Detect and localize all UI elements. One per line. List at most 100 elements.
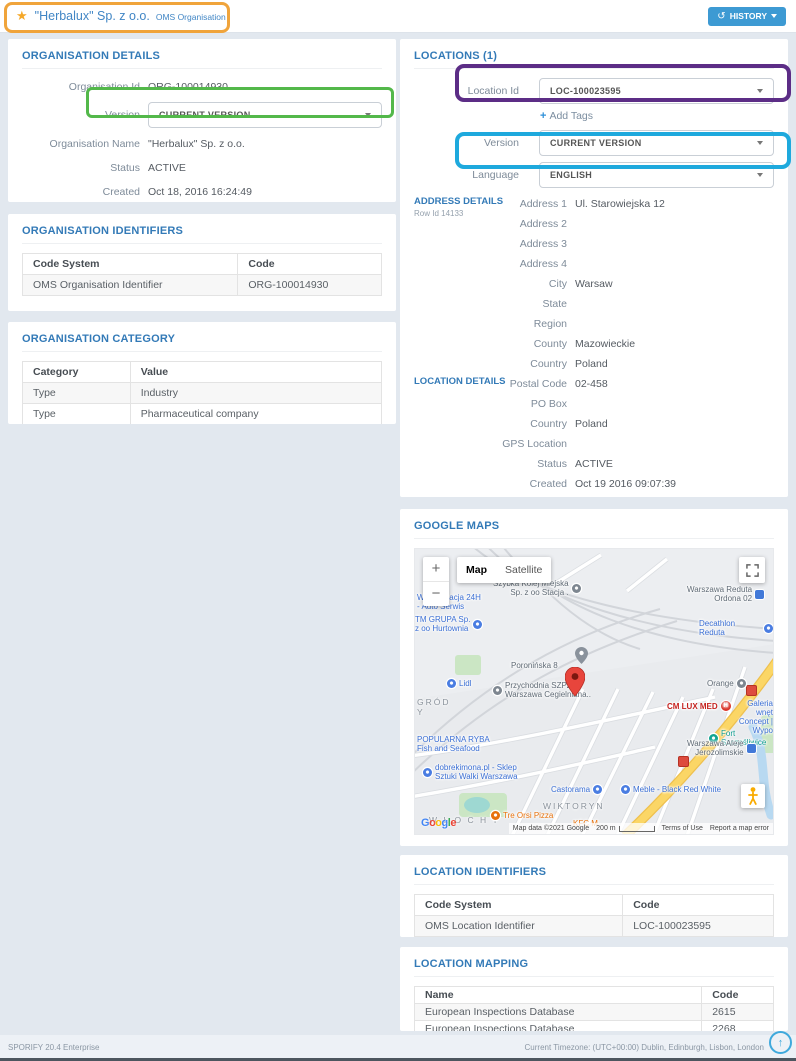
field-row: Address 2	[414, 214, 774, 234]
poi-label: CM LUX MED	[667, 702, 718, 711]
map-scale-line	[619, 826, 655, 832]
google-logo: Google	[421, 817, 456, 829]
map-poi[interactable]: dobrekimona.pl - Sklep Sztuki Walki Wars…	[423, 763, 518, 781]
version-select[interactable]: CURRENT VERSION	[148, 102, 382, 128]
field-label: Version	[22, 109, 140, 121]
poi-label: Tre Orsi Pizza	[503, 811, 553, 820]
panel-heading: ORGANISATION IDENTIFIERS	[22, 220, 382, 244]
map-poi[interactable]: Meble - Black Red White	[621, 785, 721, 794]
map-poi[interactable]: POPULARNA RYBA Fish and Seafood	[417, 735, 490, 753]
poi-label: Warszawa Aleje Jerozolimskie	[687, 739, 744, 757]
organisation-category-table: Category Value Type Industry Type Pharma…	[22, 361, 382, 424]
field-value: ACTIVE	[148, 162, 186, 174]
zoom-in-button[interactable]: +	[423, 557, 449, 582]
location-version-select[interactable]: CURRENT VERSION	[539, 130, 774, 156]
location-identifiers-table: Code System Code OMS Location Identifier…	[414, 894, 774, 937]
chevron-down-icon	[771, 14, 777, 18]
field-value: ORG-100014930	[148, 81, 228, 93]
field-row: CountryPoland	[414, 354, 774, 374]
app-version-label: SPORIFY 20.4 Enterprise	[8, 1043, 99, 1052]
route-shield-icon	[678, 756, 689, 767]
zoom-out-button[interactable]: −	[423, 582, 449, 606]
cell-category: Type	[23, 404, 131, 425]
map-poi[interactable]: Orange	[707, 679, 746, 688]
field-label: Status	[22, 162, 140, 174]
map-poi[interactable]: Tre Orsi Pizza	[491, 811, 553, 820]
map-poi[interactable]: Castorama	[551, 785, 602, 794]
field-row: Created Oct 18, 2016 16:24:49	[22, 183, 382, 200]
field-row: Version CURRENT VERSION	[414, 130, 774, 156]
cell-code: LOC-100023595	[623, 916, 774, 937]
add-tags-label: Add Tags	[549, 110, 593, 122]
footer-bar: SPORIFY 20.4 Enterprise Current Timezone…	[0, 1035, 796, 1059]
panel-heading: LOCATION IDENTIFIERS	[414, 861, 774, 885]
cell-value: Industry	[130, 383, 381, 404]
history-icon	[717, 11, 725, 22]
train-station-icon	[755, 590, 764, 599]
shop-pin-icon	[423, 768, 432, 777]
map-poi[interactable]: Warszawa Reduta Ordona 02	[687, 585, 764, 603]
address-details-section: ADDRESS DETAILS Row Id 14133 Address 1Ul…	[414, 194, 774, 374]
field-label: State	[414, 298, 567, 310]
map-type-satellite-button[interactable]: Satellite	[496, 557, 551, 583]
fullscreen-button[interactable]	[739, 557, 765, 583]
field-value: Ul. Starowiejska 12	[575, 198, 665, 210]
transit-station-icon	[572, 584, 581, 593]
field-value: Oct 18, 2016 16:24:49	[148, 186, 252, 198]
location-id-select[interactable]: LOC-100023595	[539, 78, 774, 104]
cell-code-system: OMS Location Identifier	[415, 916, 623, 937]
column-header: Category	[23, 362, 131, 383]
table-row: European Inspections Database 2615	[415, 1004, 774, 1021]
field-row: State	[414, 294, 774, 314]
panel-heading: ORGANISATION CATEGORY	[22, 328, 382, 352]
map-type-control: Map Satellite	[457, 557, 551, 583]
panel-heading: ORGANISATION DETAILS	[22, 45, 382, 69]
column-header: Code	[702, 987, 774, 1004]
location-marker-pin[interactable]	[565, 667, 585, 696]
cell-code: 2615	[702, 1004, 774, 1021]
version-select-value: CURRENT VERSION	[159, 110, 251, 120]
field-row: Language ENGLISH	[414, 162, 774, 188]
chevron-down-icon	[757, 173, 763, 177]
map-data-credit: Map data ©2021 Google	[513, 825, 589, 832]
column-header: Name	[415, 987, 702, 1004]
pegman-streetview-control[interactable]	[741, 784, 765, 808]
terms-of-use-link[interactable]: Terms of Use	[662, 825, 703, 832]
field-label: PO Box	[414, 398, 567, 410]
field-label: Created	[22, 186, 140, 198]
train-station-icon	[747, 744, 756, 753]
scroll-to-top-button[interactable]	[769, 1031, 792, 1054]
report-map-error-link[interactable]: Report a map error	[710, 825, 769, 832]
favourite-star-icon[interactable]	[16, 8, 28, 24]
fullscreen-icon	[746, 564, 759, 577]
table-header-row: Category Value	[23, 362, 382, 383]
table-row: OMS Organisation Identifier ORG-10001493…	[23, 275, 382, 296]
map-canvas[interactable]: GRÓD Y WIKTORYN W Ł O C H Y Szybka Kolej…	[414, 548, 774, 835]
field-row: CountyMazowieckie	[414, 334, 774, 354]
add-tags-link[interactable]: Add Tags	[414, 110, 774, 122]
field-label: Address 3	[414, 238, 567, 250]
field-value: Poland	[575, 418, 608, 430]
cell-code-system: OMS Organisation Identifier	[23, 275, 238, 296]
field-row: Location Id LOC-100023595	[414, 78, 774, 104]
pegman-icon	[748, 787, 758, 805]
map-poi[interactable]: Warszawa Aleje Jerozolimskie	[687, 739, 756, 757]
language-select[interactable]: ENGLISH	[539, 162, 774, 188]
map-type-map-button[interactable]: Map	[457, 557, 496, 583]
map-attribution-bar: Map data ©2021 Google 200 m Terms of Use…	[509, 823, 773, 834]
map-poi[interactable]: TM GRUPA Sp. z oo Hurtownia	[415, 615, 482, 633]
field-label: Organisation Name	[22, 138, 140, 150]
history-button[interactable]: HISTORY	[708, 7, 786, 26]
field-value: 02-458	[575, 378, 608, 390]
column-header: Code System	[23, 254, 238, 275]
cell-value: Pharmaceutical company	[130, 404, 381, 425]
map-zoom-control: + −	[423, 557, 449, 606]
district-label: WIKTORYN	[543, 801, 605, 811]
map-poi[interactable]: Poronińska 8	[511, 661, 558, 670]
map-poi[interactable]: Lidl	[447, 679, 471, 688]
field-label: Country	[414, 358, 567, 370]
map-poi[interactable]: Decathlon Reduta	[699, 619, 773, 637]
shop-pin-icon	[621, 785, 630, 794]
map-poi[interactable]: CM LUX MED H	[667, 701, 731, 711]
field-row: StatusACTIVE	[414, 454, 774, 474]
